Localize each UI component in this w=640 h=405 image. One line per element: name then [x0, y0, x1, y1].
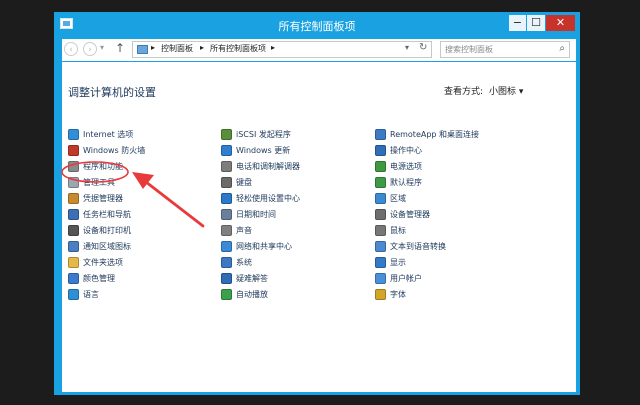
breadcrumb-separator-icon: ▸ — [200, 43, 205, 52]
control-panel-item-label: 自动播放 — [236, 290, 268, 299]
control-panel-item-label: 设备管理器 — [390, 210, 430, 219]
credential-manager-icon — [68, 193, 79, 204]
troubleshoot-icon — [221, 273, 232, 284]
address-dropdown-icon[interactable]: ▾ — [405, 43, 409, 52]
printer-icon — [68, 225, 79, 236]
network-icon — [221, 241, 232, 252]
control-panel-item-label: 显示 — [390, 258, 406, 267]
control-panel-item-label: Internet 选项 — [83, 130, 134, 139]
control-panel-item-label: 文本到语音转换 — [390, 242, 446, 251]
breadcrumb-separator-icon: ▸ — [151, 43, 156, 52]
iscsi-icon — [221, 129, 232, 140]
ease-of-access-icon — [221, 193, 232, 204]
control-panel-item-label: 区域 — [390, 194, 406, 203]
breadcrumb-separator-icon: ▸ — [271, 43, 276, 52]
control-panel-item-label: 日期和时间 — [236, 210, 276, 219]
control-panel-item-label: 轻松使用设置中心 — [236, 194, 300, 203]
control-panel-item-label: 网络和共享中心 — [236, 242, 292, 251]
text-to-speech-icon — [375, 241, 386, 252]
display-icon — [375, 257, 386, 268]
control-panel-item-label: 声音 — [236, 226, 252, 235]
control-panel-item-label: 语言 — [83, 290, 99, 299]
search-input[interactable] — [445, 44, 550, 55]
language-icon — [68, 289, 79, 300]
search-box[interactable]: ⌕ — [440, 41, 570, 58]
minimize-button[interactable]: − — [509, 15, 526, 31]
power-icon — [375, 161, 386, 172]
device-manager-icon — [375, 209, 386, 220]
control-panel-item-label: 用户帐户 — [390, 274, 422, 283]
control-panel-item-label: 设备和打印机 — [83, 226, 131, 235]
breadcrumb-control-panel[interactable]: 控制面板 — [161, 43, 193, 54]
control-panel-item-label: 默认程序 — [390, 178, 422, 187]
control-panel-item-label: 电话和调制解调器 — [236, 162, 300, 171]
control-panel-item-label: 电源选项 — [390, 162, 422, 171]
action-center-icon — [375, 145, 386, 156]
control-panel-item-label: 任务栏和导航 — [83, 210, 131, 219]
programs-icon — [68, 161, 79, 172]
control-panel-window: 所有控制面板项 − ☐ ✕ ‹ › ▾ ↑ ▸ 控制面板 ▸ 所有控制面板项 ▸… — [54, 12, 580, 395]
search-icon[interactable]: ⌕ — [559, 43, 565, 54]
control-panel-address-icon — [137, 45, 148, 54]
control-panel-item-label: 字体 — [390, 290, 406, 299]
notification-icon — [68, 241, 79, 252]
navigation-bar: ‹ › ▾ ↑ ▸ 控制面板 ▸ 所有控制面板项 ▸ ▾ ↻ ⌕ — [62, 39, 576, 61]
recent-pages-dropdown[interactable]: ▾ — [100, 43, 104, 52]
remoteapp-icon — [375, 129, 386, 140]
view-by-label: 查看方式: — [444, 87, 484, 97]
user-accounts-icon — [375, 273, 386, 284]
control-panel-item-label: 程序和功能 — [83, 162, 123, 171]
sound-icon — [221, 225, 232, 236]
internet-options-icon — [68, 129, 79, 140]
region-icon — [375, 193, 386, 204]
maximize-button[interactable]: ☐ — [527, 15, 545, 31]
window-title: 所有控制面板项 — [278, 20, 356, 33]
up-button[interactable]: ↑ — [115, 41, 125, 55]
control-panel-item-label: Windows 防火墙 — [83, 146, 146, 155]
control-panel-item-label: 键盘 — [236, 178, 252, 187]
page-title: 调整计算机的设置 — [68, 86, 156, 99]
fonts-icon — [375, 289, 386, 300]
forward-button[interactable]: › — [83, 42, 97, 56]
autoplay-icon — [221, 289, 232, 300]
content-area: 调整计算机的设置 查看方式: 小图标 ▾ Internet 选项 Windows … — [62, 62, 576, 392]
phone-modem-icon — [221, 161, 232, 172]
control-panel-item-label: 凭据管理器 — [83, 194, 123, 203]
datetime-icon — [221, 209, 232, 220]
back-button[interactable]: ‹ — [64, 42, 78, 56]
mouse-icon — [375, 225, 386, 236]
control-panel-item-label: RemoteApp 和桌面连接 — [390, 130, 480, 139]
control-panel-item-label: 颜色管理 — [83, 274, 115, 283]
control-panel-item-label: 系统 — [236, 258, 252, 267]
close-button[interactable]: ✕ — [546, 15, 575, 31]
breadcrumb-all-items[interactable]: 所有控制面板项 — [210, 43, 266, 54]
control-panel-item-label: 疑难解答 — [236, 274, 268, 283]
control-panel-item-label: 文件夹选项 — [83, 258, 123, 267]
windows-update-icon — [221, 145, 232, 156]
taskbar-icon — [68, 209, 79, 220]
address-bar[interactable]: ▸ 控制面板 ▸ 所有控制面板项 ▸ ▾ ↻ — [132, 41, 432, 58]
folder-icon — [68, 257, 79, 268]
refresh-icon[interactable]: ↻ — [419, 42, 427, 53]
view-by-dropdown[interactable]: 小图标 ▾ — [489, 84, 523, 97]
control-panel-item-label: iSCSI 发起程序 — [236, 130, 291, 139]
control-panel-item-label: 操作中心 — [390, 146, 422, 155]
control-panel-item-label: Windows 更新 — [236, 146, 291, 155]
admin-tools-icon — [68, 177, 79, 188]
keyboard-icon — [221, 177, 232, 188]
control-panel-item-label: 通知区域图标 — [83, 242, 131, 251]
color-icon — [68, 273, 79, 284]
firewall-icon — [68, 145, 79, 156]
system-icon — [221, 257, 232, 268]
title-bar[interactable]: 所有控制面板项 − ☐ ✕ — [54, 12, 580, 38]
control-panel-item-label: 管理工具 — [83, 178, 115, 187]
control-panel-item-label: 鼠标 — [390, 226, 406, 235]
default-programs-icon — [375, 177, 386, 188]
